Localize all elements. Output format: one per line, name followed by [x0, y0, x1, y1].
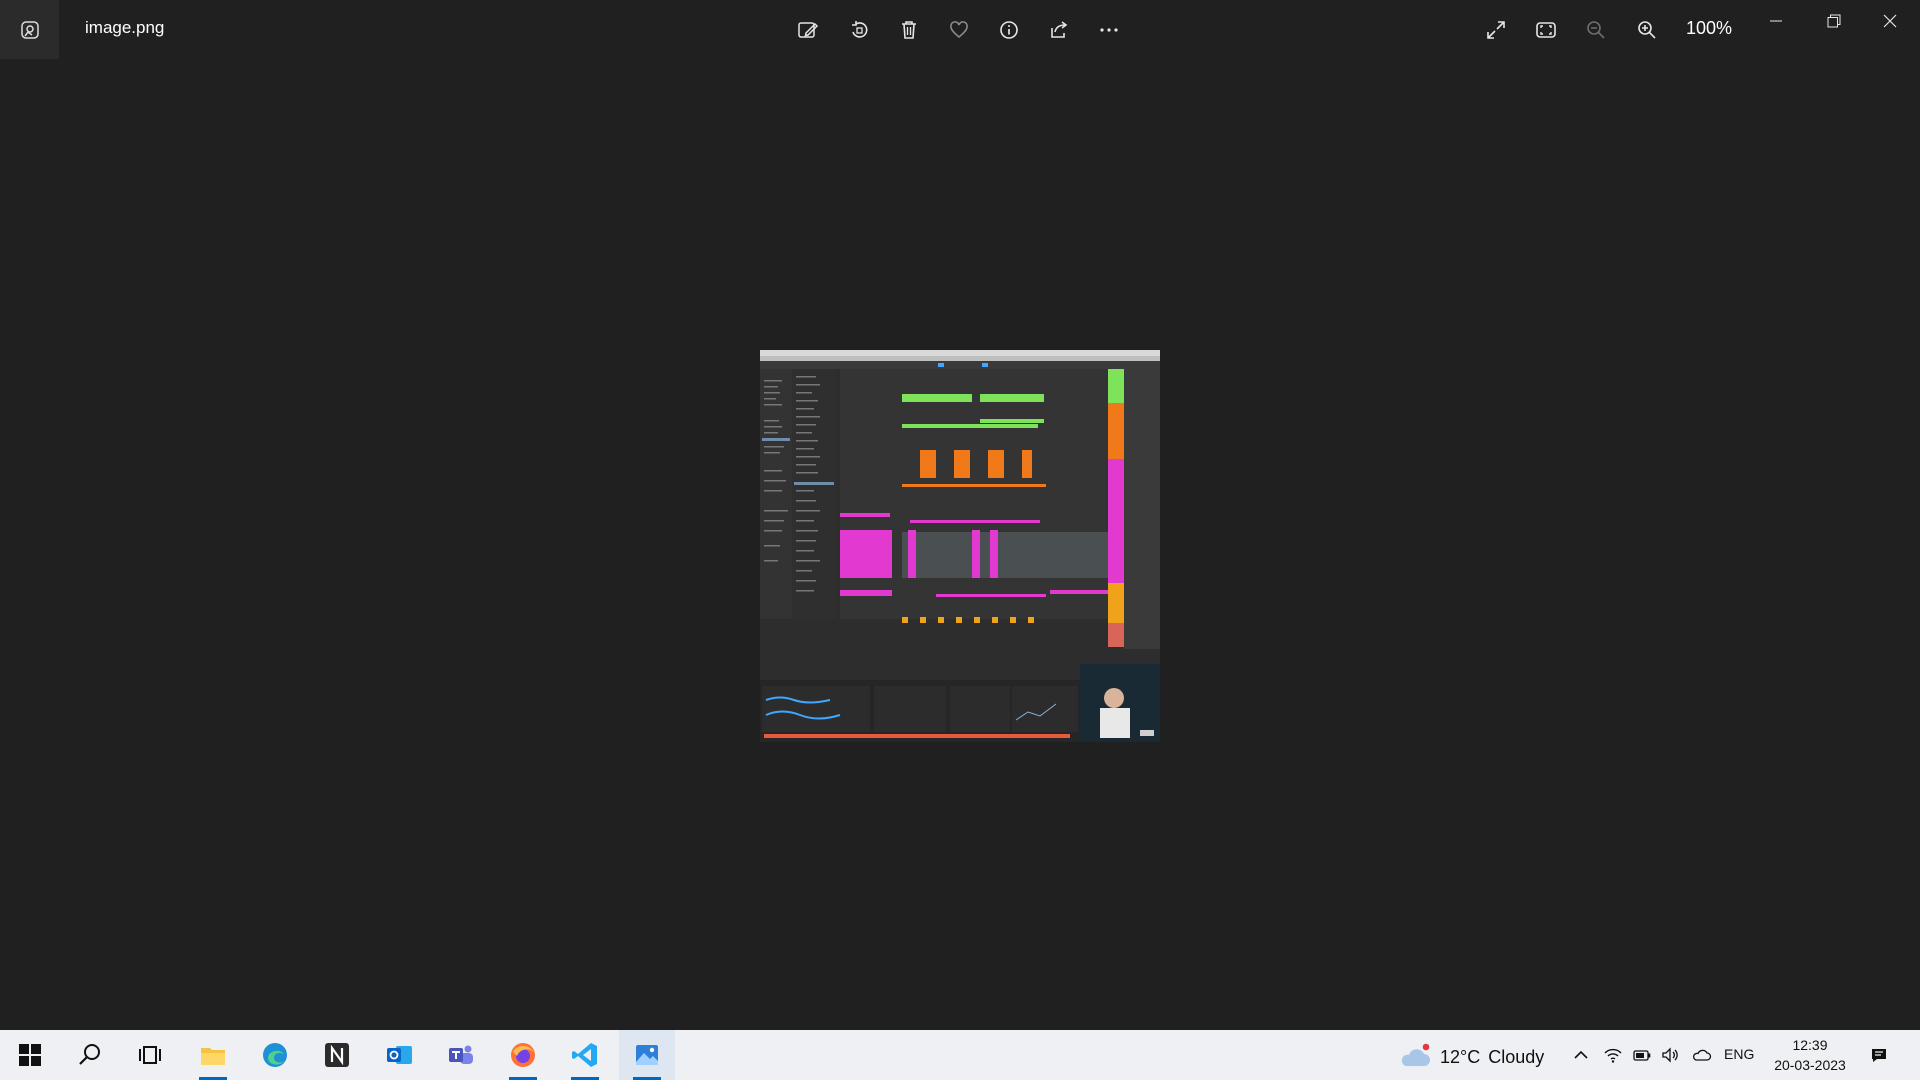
firefox-button[interactable]	[495, 1030, 551, 1080]
speaker-icon	[1662, 1047, 1678, 1063]
rotate-button[interactable]	[841, 12, 877, 48]
restore-icon	[1827, 14, 1841, 28]
photos-icon	[636, 1045, 658, 1065]
zoom-level[interactable]: 100%	[1686, 18, 1732, 39]
outlook-icon	[387, 1046, 412, 1064]
favorite-button[interactable]	[941, 12, 977, 48]
file-name: image.png	[85, 18, 165, 37]
daw-screenshot-image	[760, 350, 1160, 742]
edge-icon	[263, 1043, 287, 1067]
rotate-icon	[852, 21, 868, 38]
minimize-icon	[1770, 20, 1782, 22]
fullscreen-icon	[1487, 21, 1505, 39]
favorite-icon	[950, 21, 968, 39]
weather-condition: Cloudy	[1488, 1046, 1545, 1067]
displayed-image[interactable]	[760, 350, 1160, 742]
fullscreen-button[interactable]	[1478, 12, 1514, 48]
search-button[interactable]	[62, 1030, 118, 1080]
close-icon	[1883, 14, 1897, 28]
firefox-icon	[511, 1043, 535, 1067]
share-icon	[1051, 21, 1068, 38]
taskbar: 12°C Cloudy ENG 12:39 20-03-2023	[0, 1030, 1920, 1080]
restore-button[interactable]	[1814, 6, 1854, 36]
vscode-icon	[572, 1043, 597, 1067]
zoom-out-button[interactable]	[1578, 12, 1614, 48]
weather-temp: 12°C	[1440, 1046, 1481, 1067]
volume-button[interactable]	[1658, 1030, 1682, 1080]
search-icon	[79, 1044, 100, 1065]
task-view-button[interactable]	[122, 1030, 178, 1080]
delete-icon	[902, 21, 916, 39]
zoom-in-button[interactable]	[1629, 12, 1665, 48]
wifi-icon	[1604, 1048, 1622, 1063]
photos-icon	[20, 20, 39, 39]
start-button[interactable]	[2, 1030, 58, 1080]
zoom-in-icon	[1638, 21, 1656, 39]
close-button[interactable]	[1870, 6, 1910, 36]
network-button[interactable]	[1601, 1030, 1625, 1080]
notification-icon	[1872, 1049, 1886, 1062]
zoom-out-icon	[1587, 21, 1605, 39]
edit-image-button[interactable]	[790, 12, 826, 48]
file-explorer-button[interactable]	[185, 1030, 241, 1080]
info-icon	[1000, 21, 1018, 39]
task-view-icon	[139, 1046, 161, 1064]
photos-button[interactable]	[619, 1030, 675, 1080]
title-bar: image.png 100%	[0, 0, 1920, 59]
fit-to-window-button[interactable]	[1528, 12, 1564, 48]
delete-button[interactable]	[891, 12, 927, 48]
clock[interactable]: 12:39 20-03-2023	[1768, 1035, 1852, 1075]
notion-icon	[325, 1043, 349, 1067]
input-language[interactable]: ENG	[1724, 1046, 1754, 1062]
show-hidden-icons-button[interactable]	[1569, 1030, 1593, 1080]
notifications-button[interactable]	[1864, 1030, 1894, 1080]
outlook-button[interactable]	[371, 1030, 427, 1080]
teams-icon	[449, 1045, 473, 1064]
teams-button[interactable]	[433, 1030, 489, 1080]
fit-to-window-icon	[1536, 22, 1556, 38]
share-button[interactable]	[1041, 12, 1077, 48]
chevron-up-icon	[1574, 1050, 1588, 1059]
info-button[interactable]	[991, 12, 1027, 48]
clock-date: 20-03-2023	[1774, 1057, 1846, 1073]
photos-app-icon[interactable]	[0, 0, 59, 59]
minimize-button[interactable]	[1756, 6, 1796, 36]
folder-icon	[201, 1048, 225, 1065]
cloud-icon	[1692, 1049, 1712, 1061]
vscode-button[interactable]	[557, 1030, 613, 1080]
battery-icon	[1633, 1050, 1651, 1061]
more-button[interactable]	[1091, 12, 1127, 48]
edit-image-icon	[798, 22, 819, 38]
image-canvas[interactable]	[0, 59, 1920, 1030]
edge-button[interactable]	[247, 1030, 303, 1080]
battery-button[interactable]	[1630, 1030, 1654, 1080]
more-icon	[1100, 28, 1118, 32]
clock-time: 12:39	[1792, 1037, 1828, 1053]
onedrive-button[interactable]	[1689, 1030, 1715, 1080]
weather-widget[interactable]: 12°C Cloudy	[1398, 1042, 1544, 1072]
cloudy-weather-icon	[1401, 1043, 1430, 1066]
notion-button[interactable]	[309, 1030, 365, 1080]
windows-logo-icon	[19, 1044, 41, 1066]
